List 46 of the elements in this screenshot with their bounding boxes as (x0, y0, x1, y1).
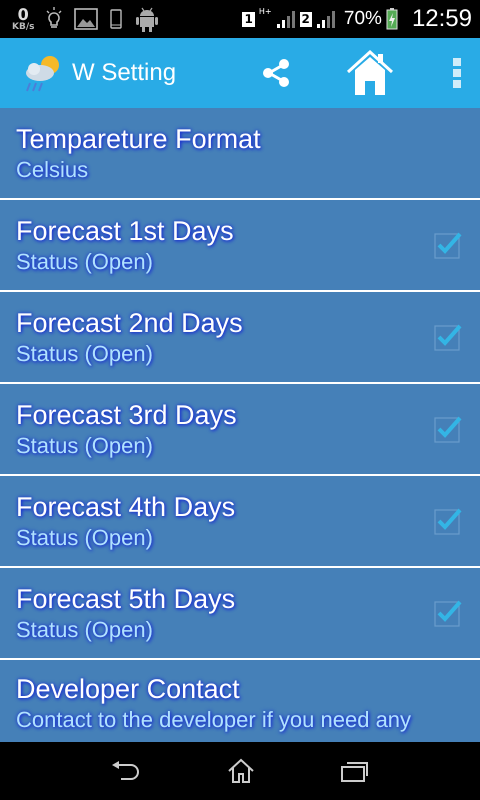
back-icon[interactable] (111, 759, 141, 783)
network-type: H+ (258, 7, 272, 16)
settings-item[interactable]: Forecast 4th Days Status (Open) (0, 476, 480, 566)
checkbox[interactable] (434, 231, 462, 259)
setting-summary: Contact to the developer if you need any (16, 707, 412, 733)
sim-one-label: 1 (242, 12, 255, 26)
checkbox[interactable] (434, 599, 462, 627)
android-icon (134, 6, 160, 32)
lightbulb-icon (46, 7, 62, 31)
setting-title: Forecast 4th Days (16, 492, 236, 522)
setting-summary: Status (Open) (16, 524, 154, 550)
recent-apps-icon[interactable] (341, 760, 369, 782)
settings-item[interactable]: Forecast 5th Days Status (Open) (0, 568, 480, 658)
app-title: W Setting (72, 59, 176, 87)
settings-item[interactable]: Forecast 1st Days Status (Open) (0, 200, 480, 290)
settings-item[interactable]: Forecast 3rd Days Status (Open) (0, 384, 480, 474)
share-icon[interactable] (260, 57, 292, 89)
battery-percent: 70% (344, 8, 382, 30)
setting-summary: Status (Open) (16, 616, 154, 642)
phone-icon (110, 9, 122, 29)
setting-title: Forecast 2nd Days (16, 308, 244, 338)
checkbox[interactable] (434, 323, 462, 351)
setting-summary: Status (Open) (16, 248, 154, 274)
settings-item[interactable]: Forecast 2nd Days Status (Open) (0, 292, 480, 382)
home-icon[interactable] (227, 758, 255, 784)
setting-title: Developer Contact (16, 674, 241, 705)
signal-icon (316, 9, 336, 29)
speed-unit: KB/s (12, 22, 34, 32)
setting-summary: Status (Open) (16, 340, 154, 366)
setting-title: Forecast 5th Days (16, 584, 236, 614)
setting-title: Forecast 1st Days (16, 216, 235, 246)
clock-time: 12:59 (412, 5, 472, 33)
checkbox[interactable] (434, 507, 462, 535)
sim-two-label: 2 (300, 12, 312, 26)
setting-title: Forecast 3rd Days (16, 400, 238, 430)
signal-icon (276, 9, 296, 29)
checkbox[interactable] (434, 415, 462, 443)
settings-item[interactable]: Tempareture Format Celsius (0, 108, 480, 198)
overflow-menu-icon[interactable] (452, 57, 462, 89)
setting-summary: Celsius (16, 156, 90, 182)
settings-item[interactable]: Developer Contact Contact to the developer if you need any (0, 660, 480, 742)
setting-title: Tempareture Format (16, 124, 262, 154)
image-icon (74, 8, 98, 30)
speed-value: 0 (18, 6, 29, 22)
setting-summary: Status (Open) (16, 432, 154, 458)
battery-charging-icon (386, 8, 398, 30)
